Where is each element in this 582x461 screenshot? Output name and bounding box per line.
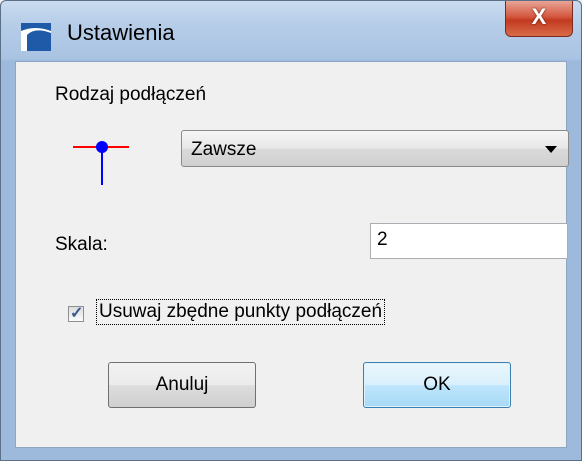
close-icon: X <box>531 4 547 29</box>
ok-button[interactable]: OK <box>363 362 511 408</box>
chevron-down-icon <box>545 146 557 153</box>
connection-type-label: Rodzaj podłączeń <box>55 84 207 105</box>
scale-value: 2 <box>377 229 388 250</box>
dropdown-value: Zawsze <box>191 139 257 160</box>
dialog-body: Rodzaj podłączeń Zawsze Skala: 2 ✓ Usuwa… <box>15 61 569 448</box>
remove-points-checkbox[interactable]: ✓ <box>68 305 84 322</box>
remove-points-label[interactable]: Usuwaj zbędne punkty podłączeń <box>96 299 386 325</box>
cancel-button[interactable]: Anuluj <box>108 362 256 408</box>
scale-input[interactable]: 2 <box>370 223 568 259</box>
window-title: Ustawienia <box>67 20 175 45</box>
settings-dialog: Ustawienia X Rodzaj podłączeń Zawsze Ska… <box>0 0 582 461</box>
title-bar[interactable]: Ustawienia X <box>1 1 581 61</box>
connection-type-dropdown[interactable]: Zawsze <box>181 130 569 167</box>
connection-point-icon <box>73 141 129 185</box>
close-button[interactable]: X <box>505 1 573 37</box>
app-icon <box>21 23 51 51</box>
checkmark-icon: ✓ <box>70 305 84 322</box>
scale-label: Skala: <box>55 234 108 255</box>
